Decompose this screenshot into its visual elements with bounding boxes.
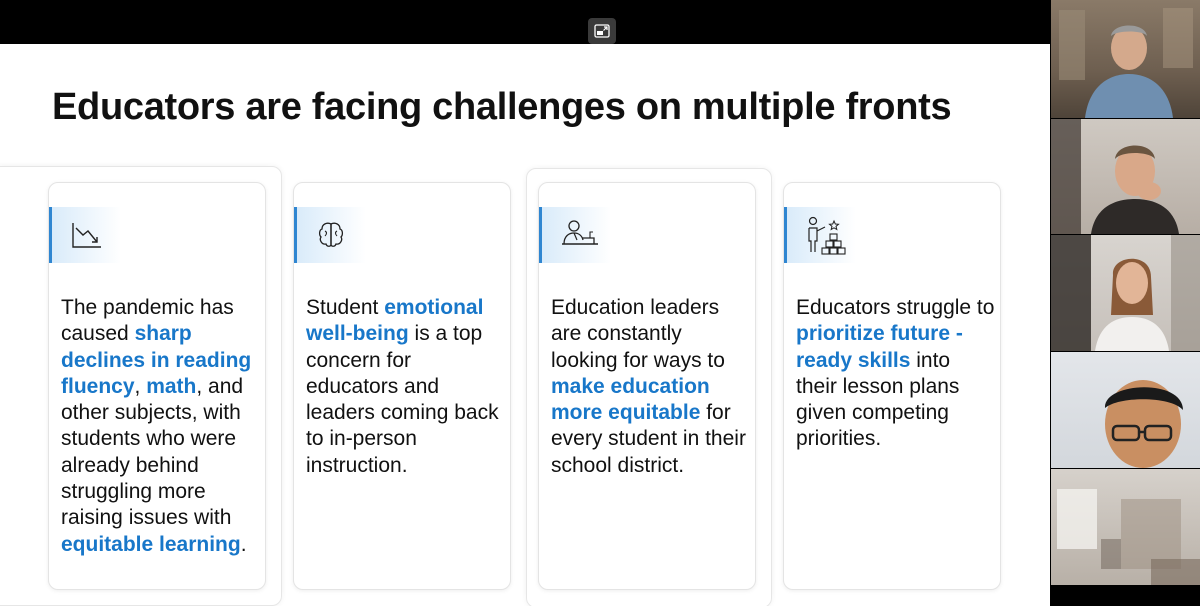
- participant-avatar: [1051, 119, 1179, 234]
- slide-title: Educators are facing challenges on multi…: [52, 86, 952, 128]
- participant-video-4[interactable]: [1051, 352, 1200, 468]
- pop-out-icon: [594, 24, 610, 38]
- presenter-podium-icon: [562, 220, 598, 245]
- participant-video-2[interactable]: [1051, 119, 1200, 234]
- highlight-text: math: [146, 374, 197, 398]
- card-text: Student emotional well-being is a top co…: [306, 295, 506, 479]
- body-text: , and other subjects, with students who …: [61, 374, 244, 530]
- body-text: is a top concern for educators and leade…: [306, 322, 499, 477]
- card-text: The pandemic has caused sharp declines i…: [61, 295, 261, 558]
- participant-avatar: [1051, 235, 1200, 351]
- brain-icon: [318, 222, 344, 247]
- challenge-card-4: Educators struggle to prioritize future …: [783, 182, 1001, 590]
- challenge-card-2: Student emotional well-being is a top co…: [293, 182, 511, 590]
- body-text: Educators struggle to: [796, 296, 995, 319]
- body-text: ,: [134, 374, 147, 398]
- highlight-text: equitable learning: [61, 532, 241, 556]
- highlight-text: make education more equitable: [551, 374, 710, 425]
- teacher-blocks-icon: [808, 216, 846, 255]
- participant-video-3[interactable]: [1051, 235, 1200, 351]
- top-bar: [0, 0, 1050, 44]
- participant-avatar: [1059, 8, 1193, 118]
- body-text: .: [240, 532, 247, 556]
- participant-video-1[interactable]: [1051, 0, 1200, 118]
- challenge-card-1: The pandemic has caused sharp declines i…: [48, 182, 266, 590]
- challenge-card-3: Education leaders are constantly looking…: [538, 182, 756, 590]
- card-icon-box: [49, 207, 121, 263]
- participant-video-5[interactable]: [1051, 469, 1200, 585]
- pop-out-button[interactable]: [588, 18, 616, 44]
- shared-slide: Educators are facing challenges on multi…: [0, 44, 1050, 606]
- card-icon-box: [294, 207, 366, 263]
- body-text: Student: [306, 296, 385, 319]
- card-text: Educators struggle to prioritize future …: [796, 295, 996, 453]
- participant-gallery: [1050, 0, 1200, 606]
- card-icon-box: [539, 207, 611, 263]
- card-text: Education leaders are constantly looking…: [551, 295, 751, 479]
- participant-avatar: [1057, 489, 1200, 585]
- card-icon-box: [784, 207, 856, 263]
- participant-avatar: [1104, 380, 1183, 468]
- declining-chart-icon: [72, 223, 101, 248]
- body-text: Education leaders are constantly looking…: [551, 296, 725, 372]
